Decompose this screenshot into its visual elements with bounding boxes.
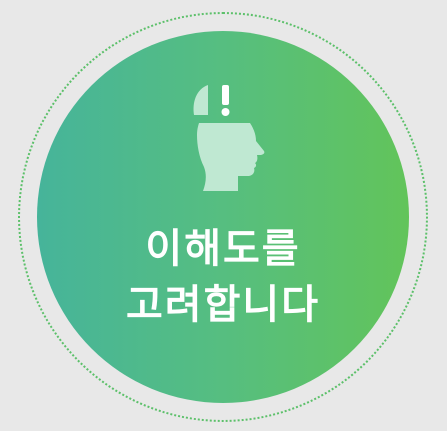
- open-head-exclamation-icon: [193, 85, 265, 191]
- page: 이해도를 고려합니다: [0, 0, 447, 431]
- badge-title-line1: 이해도를: [145, 226, 301, 272]
- circle-badge: 이해도를 고려합니다: [37, 31, 409, 403]
- badge-title-line2: 고려합니다: [126, 282, 320, 328]
- badge-title: 이해도를 고려합니다: [37, 221, 409, 333]
